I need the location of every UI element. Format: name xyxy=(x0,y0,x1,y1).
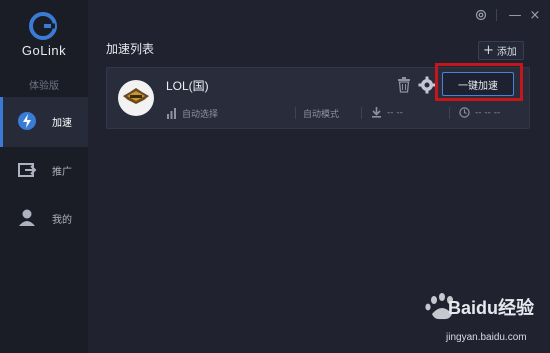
watermark-url: jingyan.baidu.com xyxy=(446,332,527,343)
game-name: LOL(国) xyxy=(166,79,209,93)
stat-divider xyxy=(295,107,296,119)
add-label: 添加 xyxy=(496,47,517,58)
golink-logo-icon xyxy=(29,12,57,40)
clock-icon xyxy=(459,107,470,118)
latency: -- -- -- xyxy=(459,107,500,118)
user-icon xyxy=(19,209,35,226)
plus-icon: + xyxy=(483,43,494,58)
control-divider xyxy=(496,9,497,21)
node-label: 自动选择 xyxy=(182,110,219,120)
node-select[interactable]: 自动选择 xyxy=(166,107,218,120)
gear-icon[interactable] xyxy=(418,76,436,94)
game-card: LOL(国) 一键加速 自动选择 自动模式 -- -- -- -- -- xyxy=(106,63,530,129)
sidebar-item-promote[interactable]: 推广 xyxy=(0,146,88,196)
one-click-boost-button[interactable]: 一键加速 xyxy=(442,72,514,96)
sidebar: GoLink 体验版 加速 推广 我的 xyxy=(0,0,88,353)
game-logo xyxy=(118,80,154,116)
download-speed: -- -- xyxy=(371,107,403,118)
page-title: 加速列表 xyxy=(106,42,155,56)
stat-divider xyxy=(449,107,450,119)
minimize-button[interactable]: — xyxy=(506,6,524,24)
latency-value: -- -- -- xyxy=(475,107,501,118)
watermark-brand: Baidu经验 xyxy=(448,298,535,318)
sidebar-item-boost[interactable]: 加速 xyxy=(0,97,88,147)
sidebar-item-label: 我的 xyxy=(52,215,72,226)
share-icon xyxy=(18,163,37,177)
sidebar-item-label: 推广 xyxy=(52,167,72,178)
settings-gear-icon[interactable] xyxy=(472,6,490,24)
app-name: GoLink xyxy=(21,43,67,58)
lightning-icon xyxy=(18,112,36,130)
trash-icon[interactable] xyxy=(397,77,411,93)
sidebar-item-label: 加速 xyxy=(52,118,72,129)
download-icon xyxy=(372,107,381,118)
edition-label: 体验版 xyxy=(29,81,59,92)
speed-value: -- -- xyxy=(387,107,403,118)
active-indicator xyxy=(0,97,3,147)
stat-divider xyxy=(361,107,362,119)
bar-chart-icon xyxy=(167,108,176,119)
mode-label: 自动模式 xyxy=(303,110,340,120)
mode-select[interactable]: 自动模式 xyxy=(303,107,339,120)
sidebar-item-mine[interactable]: 我的 xyxy=(0,194,88,244)
close-button[interactable]: × xyxy=(526,6,544,24)
add-game-button[interactable]: + 添加 xyxy=(478,41,524,60)
